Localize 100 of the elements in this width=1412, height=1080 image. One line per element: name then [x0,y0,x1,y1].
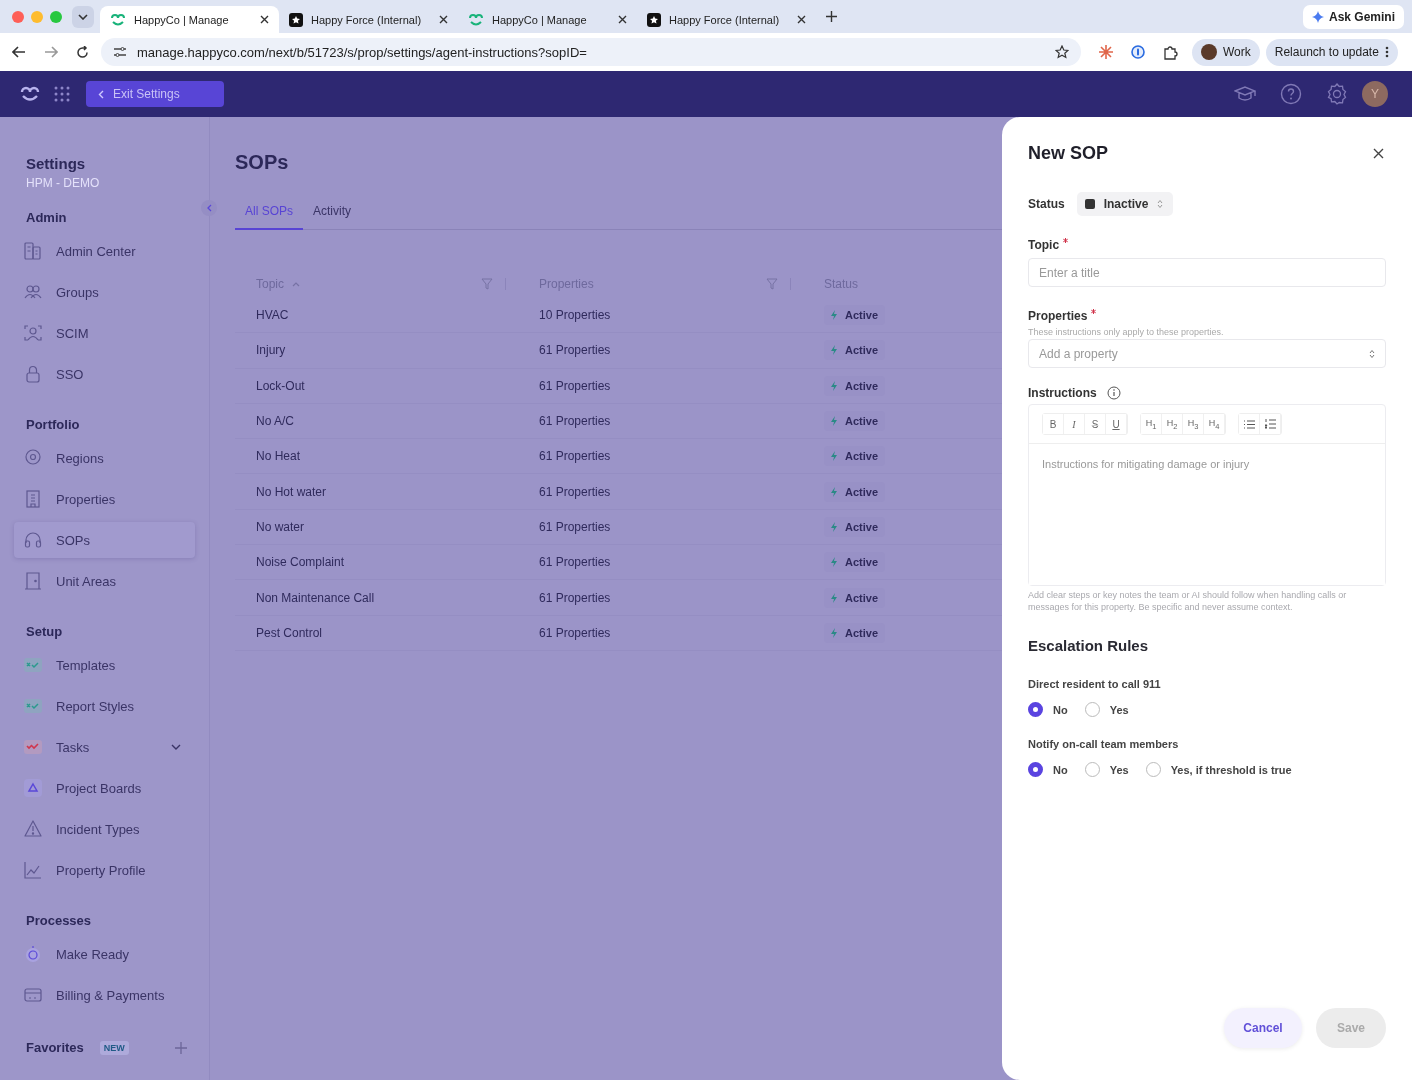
close-icon[interactable] [1373,148,1384,159]
question-label: Notify on-call team members [1028,738,1180,751]
info-icon[interactable] [1106,386,1121,400]
back-icon[interactable] [12,46,26,58]
people-icon [24,283,42,301]
browser-tab[interactable]: Happy Force (Internal) [279,6,458,33]
help-icon[interactable] [1280,83,1302,105]
exit-settings-button[interactable]: Exit Settings [86,81,224,107]
app-grid-icon[interactable] [54,86,70,102]
password-extension-icon[interactable] [1131,45,1145,59]
profile-button[interactable]: Work [1192,38,1260,66]
lightning-icon [831,486,837,497]
sidebar-title: Settings [26,155,87,172]
option-label[interactable]: Yes [1109,703,1129,716]
sidebar-item[interactable]: SSO [14,356,195,392]
sidebar-item[interactable]: Admin Center [14,233,195,269]
lightning-icon [831,592,837,603]
close-window-icon[interactable] [12,10,24,23]
browser-tab[interactable]: Happy Force (Internal) [637,6,816,33]
sidebar-item[interactable]: Project Boards [14,770,195,806]
sidebar-item[interactable]: Property Profile [14,852,195,888]
page-tab[interactable]: Activity [303,204,362,229]
table-cell: No A/C [256,414,294,429]
sidebar-item[interactable]: Unit Areas [14,563,195,599]
puzzle-icon[interactable] [1163,44,1178,60]
sparkle-extension-icon[interactable] [1099,45,1113,59]
chevron-icon[interactable] [171,744,181,750]
relaunch-button[interactable]: Relaunch to update [1265,38,1398,66]
help-text: Add clear steps or key notes the team or AI should follow when handling calls or messages for this property. Be specific and never assume context. [1028,590,1348,614]
browser-tab[interactable]: HappyCo | Manage [458,6,637,33]
sidebar-item[interactable]: Billing & Payments [14,977,195,1013]
field-label: Instructions [1028,386,1097,400]
table-cell: No Hot water [256,484,327,499]
lightning-icon [831,627,837,638]
bookmark-star-icon[interactable] [1055,45,1069,59]
new-tab-icon[interactable] [826,11,837,22]
address-field[interactable]: manage.happyco.com/next/b/51723/s/prop/settings/agent-instructions?sopID= [101,38,1081,66]
sidebar-item[interactable]: Incident Types [14,811,195,847]
field-label: Properties [1028,309,1386,323]
field-label: Topic [1028,238,1386,252]
heading-button[interactable]: H$_{1}$ [1141,414,1162,434]
status-select[interactable]: Inactive [1076,192,1174,216]
field-label: Status [1028,197,1065,211]
chart-icon [24,861,42,879]
site-settings-icon[interactable] [113,46,127,58]
option-label[interactable]: No [1053,763,1068,776]
timer-icon [24,945,42,963]
table-cell: No Heat [256,449,301,464]
field-hint: These instructions only apply to these properties. [1028,327,1225,337]
graduation-cap-icon[interactable] [1234,86,1256,102]
ask-gemini-button[interactable]: Ask Gemini [1302,4,1404,29]
browser-tab[interactable]: HappyCo | Manage [100,6,279,33]
user-avatar[interactable]: Y [1362,81,1388,107]
sidebar-item[interactable]: Templates [14,647,195,683]
option-label[interactable]: Yes [1109,763,1129,776]
close-tab-icon[interactable] [618,15,627,24]
option-label[interactable]: Yes, if threshold is true [1170,763,1292,776]
sidebar-item[interactable]: SCIM [14,315,195,351]
reload-icon[interactable] [76,45,89,59]
cancel-button[interactable]: Cancel [1224,1008,1302,1048]
bullet-list-button[interactable] [1239,414,1260,434]
chevron-left-icon [98,89,104,99]
sidebar-item[interactable]: Tasks [14,729,195,765]
forward-icon[interactable] [44,46,58,58]
collapse-sidebar-button[interactable] [201,200,217,216]
close-tab-icon[interactable] [797,15,806,24]
sidebar-item[interactable]: SOPs [14,522,195,558]
property-select[interactable]: Add a property [1028,339,1386,368]
option-label[interactable]: No [1053,703,1068,716]
lightning-icon [831,557,837,568]
warning-icon [24,820,42,838]
table-cell: Non Maintenance Call [256,590,375,605]
smile-logo-icon [468,12,484,27]
sidebar-item[interactable]: Properties [14,481,195,517]
section-title: Escalation Rules [1028,637,1150,655]
section-heading: Portfolio [26,417,81,432]
close-tab-icon[interactable] [260,15,269,24]
sidebar-item[interactable]: Report Styles [14,688,195,724]
lightning-icon [831,345,837,356]
star-logo-icon [289,12,303,27]
bold-button[interactable]: B [1043,414,1064,434]
table-cell: 61 Properties [539,378,611,393]
topic-input-field[interactable]: Enter a title [1028,258,1386,287]
sidebar-item[interactable]: Groups [14,274,195,310]
lightning-icon [831,521,837,532]
bulleted-list-icon [1243,419,1255,429]
tab-list-button[interactable] [72,5,94,28]
star-logo-icon [647,12,661,27]
close-tab-icon[interactable] [439,15,448,24]
logo-icon[interactable] [20,85,40,103]
up-down-arrows-icon [1157,199,1164,209]
radio-button[interactable] [1028,762,1043,778]
sidebar-item[interactable]: Regions [14,440,195,476]
radio-button[interactable] [1028,702,1043,718]
settings-icon[interactable] [1326,83,1348,105]
checks-icon [24,656,42,674]
table-cell: Injury [256,343,286,358]
page-tab[interactable]: All SOPs [235,204,303,230]
checks-icon [24,697,42,715]
sidebar-item[interactable]: Make Ready [14,936,195,972]
